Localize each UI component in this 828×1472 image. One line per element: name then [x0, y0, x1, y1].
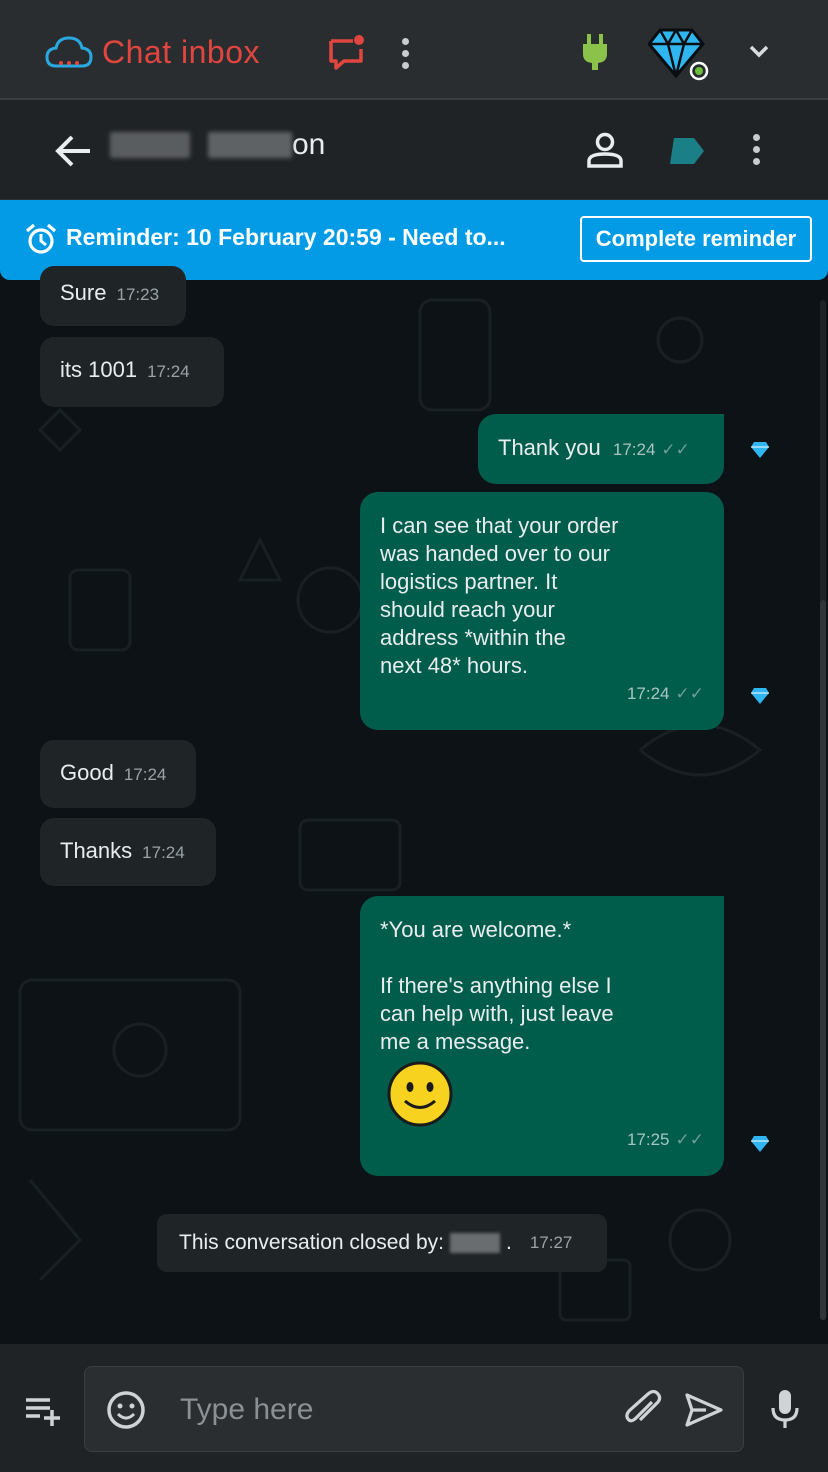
tag-icon[interactable]: [668, 136, 708, 166]
message-line: should reach your: [380, 597, 555, 622]
alarm-clock-icon: [25, 223, 57, 254]
microphone-icon[interactable]: [770, 1388, 800, 1432]
more-vertical-icon[interactable]: [402, 38, 409, 69]
system-message-time: 17:27: [529, 1233, 573, 1252]
message-line: next 48* hours.: [380, 653, 528, 678]
chat-notification-icon[interactable]: [326, 34, 366, 74]
message-line: If there's anything else I: [380, 973, 612, 998]
redacted-name-part: [110, 132, 190, 158]
system-message-suffix: .: [505, 1231, 512, 1254]
app-title: Chat inbox: [102, 33, 260, 70]
message-time: 17:23: [116, 285, 160, 304]
chevron-down-icon[interactable]: [748, 44, 770, 58]
message-incoming[interactable]: Sure 17:23: [40, 266, 186, 326]
message-line: I can see that your order: [380, 513, 619, 538]
message-time: 17:25: [626, 1130, 670, 1149]
read-check-icon: ✓✓: [675, 1130, 705, 1149]
message-time: 17:24: [123, 765, 167, 784]
message-text: Good: [60, 760, 114, 785]
emoji-icon[interactable]: [106, 1390, 146, 1430]
message-incoming[interactable]: Thanks 17:24: [40, 818, 216, 886]
message-incoming[interactable]: its 1001 17:24: [40, 337, 224, 407]
scrollbar-thumb[interactable]: [820, 600, 826, 1320]
conversation-closed-notice: This conversation closed by: . 17:27: [157, 1214, 607, 1272]
message-time: 17:24: [147, 362, 190, 381]
message-time: 17:24: [626, 684, 670, 703]
diamond-icon: [751, 688, 769, 704]
person-icon[interactable]: [586, 131, 624, 169]
message-line: address *within the: [380, 625, 566, 650]
message-line: was handed over to our: [380, 541, 610, 566]
message-input[interactable]: [180, 1388, 600, 1432]
smiley-emoji-icon: [386, 1060, 454, 1128]
message-line: *You are welcome.*: [380, 917, 572, 942]
contact-name[interactable]: on: [110, 128, 325, 162]
message-line: me a message.: [380, 1029, 531, 1054]
plug-icon[interactable]: [580, 32, 610, 72]
message-outgoing[interactable]: *You are welcome.* If there's anything e…: [360, 896, 724, 1176]
redacted-name-part: [208, 132, 292, 158]
message-text: Thanks: [60, 838, 133, 863]
reminder-text: Reminder: 10 February 20:59 - Need to...: [66, 224, 506, 250]
read-check-icon: ✓✓: [675, 684, 705, 703]
message-time: 17:24: [142, 843, 185, 862]
diamond-icon[interactable]: [647, 26, 710, 82]
arrow-left-icon[interactable]: [54, 134, 92, 168]
message-line: logistics partner. It: [380, 569, 558, 594]
diamond-icon: [751, 1136, 769, 1152]
message-line: can help with, just leave: [380, 1001, 614, 1026]
playlist-add-icon[interactable]: [24, 1396, 66, 1426]
message-outgoing[interactable]: I can see that your order was handed ove…: [360, 492, 724, 730]
paperclip-icon[interactable]: [624, 1389, 662, 1430]
message-text: Sure: [60, 280, 107, 305]
complete-reminder-button[interactable]: Complete reminder: [580, 216, 812, 262]
message-incoming[interactable]: Good 17:24: [40, 740, 196, 808]
read-check-icon: ✓✓: [661, 440, 690, 459]
brand[interactable]: Chat inbox: [44, 28, 260, 76]
system-message-text: This conversation closed by:: [179, 1231, 444, 1254]
message-time: 17:24: [612, 440, 656, 459]
diamond-icon: [751, 442, 769, 458]
message-outgoing[interactable]: Thank you 17:24 ✓✓: [478, 414, 724, 484]
message-text: Thank you: [498, 435, 601, 460]
redacted-agent-name: [449, 1233, 500, 1253]
contact-name-suffix: on: [292, 128, 326, 161]
message-text: its 1001: [60, 357, 138, 382]
send-icon[interactable]: [684, 1392, 724, 1428]
more-vertical-icon[interactable]: [753, 134, 760, 165]
cloud-logo-icon: [45, 36, 93, 68]
